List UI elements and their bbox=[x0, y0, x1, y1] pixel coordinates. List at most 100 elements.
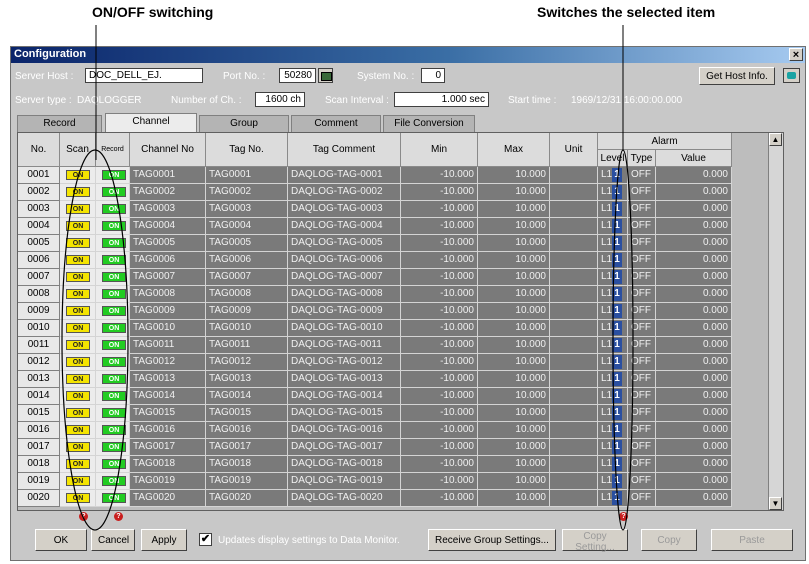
min-cell[interactable]: -10.000 bbox=[401, 422, 478, 439]
tag-comment-cell[interactable]: DAQLOG-TAG-0011 bbox=[288, 337, 401, 354]
paste-button[interactable]: Paste bbox=[711, 529, 793, 551]
max-cell[interactable]: 10.000 bbox=[478, 354, 550, 371]
record-switch-cell[interactable]: ON bbox=[96, 354, 130, 371]
tag-comment-cell[interactable]: DAQLOG-TAG-0001 bbox=[288, 167, 401, 184]
tag-no-cell[interactable]: TAG0012 bbox=[206, 354, 288, 371]
alarm-level-cell[interactable]: L1 1 bbox=[598, 354, 628, 371]
unit-cell[interactable] bbox=[550, 388, 598, 405]
col-header-level[interactable]: Level bbox=[598, 150, 628, 167]
alarm-value-cell[interactable]: 0.000 bbox=[656, 490, 732, 507]
min-cell[interactable]: -10.000 bbox=[401, 439, 478, 456]
table-row[interactable]: 0002 ON ON TAG0002 TAG0002 DAQLOG-TAG-0002 -10… bbox=[18, 184, 783, 201]
channel-no-cell[interactable]: TAG0010 bbox=[130, 320, 206, 337]
close-icon[interactable]: × bbox=[789, 48, 803, 61]
tag-comment-cell[interactable]: DAQLOG-TAG-0013 bbox=[288, 371, 401, 388]
record-on-toggle[interactable]: ON bbox=[102, 255, 126, 265]
table-row[interactable]: 0001 ON ON TAG0001 TAG0001 DAQLOG-TAG-0001 -10… bbox=[18, 167, 783, 184]
scan-on-toggle[interactable]: ON bbox=[66, 289, 90, 299]
row-number[interactable]: 0019 bbox=[18, 473, 60, 490]
channel-no-cell[interactable]: TAG0003 bbox=[130, 201, 206, 218]
record-on-toggle[interactable]: ON bbox=[102, 221, 126, 231]
record-on-toggle[interactable]: ON bbox=[102, 459, 126, 469]
channel-no-cell[interactable]: TAG0004 bbox=[130, 218, 206, 235]
tag-no-cell[interactable]: TAG0009 bbox=[206, 303, 288, 320]
unit-cell[interactable] bbox=[550, 286, 598, 303]
record-on-toggle[interactable]: ON bbox=[102, 340, 126, 350]
col-header-no[interactable]: No. bbox=[18, 133, 60, 167]
alarm-value-cell[interactable]: 0.000 bbox=[656, 303, 732, 320]
record-switch-cell[interactable]: ON bbox=[96, 320, 130, 337]
max-cell[interactable]: 10.000 bbox=[478, 184, 550, 201]
unit-cell[interactable] bbox=[550, 439, 598, 456]
alarm-type-cell[interactable]: OFF bbox=[628, 303, 656, 320]
record-on-toggle[interactable]: ON bbox=[102, 238, 126, 248]
tag-comment-cell[interactable]: DAQLOG-TAG-0018 bbox=[288, 456, 401, 473]
table-row[interactable]: 0006 ON ON TAG0006 TAG0006 DAQLOG-TAG-0006 -10… bbox=[18, 252, 783, 269]
table-row[interactable]: 0003 ON ON TAG0003 TAG0003 DAQLOG-TAG-0003 -10… bbox=[18, 201, 783, 218]
copy-button[interactable]: Copy bbox=[641, 529, 697, 551]
level-select-icon[interactable]: 1 bbox=[612, 287, 622, 301]
record-on-toggle[interactable]: ON bbox=[102, 493, 126, 503]
record-on-toggle[interactable]: ON bbox=[102, 476, 126, 486]
alarm-type-cell[interactable]: OFF bbox=[628, 354, 656, 371]
max-cell[interactable]: 10.000 bbox=[478, 218, 550, 235]
col-header-value[interactable]: Value bbox=[656, 150, 732, 167]
unit-cell[interactable] bbox=[550, 473, 598, 490]
scan-switch-cell[interactable]: ON bbox=[60, 371, 96, 388]
level-select-icon[interactable]: 1 bbox=[612, 372, 622, 386]
tag-comment-cell[interactable]: DAQLOG-TAG-0002 bbox=[288, 184, 401, 201]
tag-comment-cell[interactable]: DAQLOG-TAG-0009 bbox=[288, 303, 401, 320]
min-cell[interactable]: -10.000 bbox=[401, 167, 478, 184]
alarm-level-cell[interactable]: L1 1 bbox=[598, 286, 628, 303]
scan-switch-cell[interactable]: ON bbox=[60, 184, 96, 201]
row-number[interactable]: 0010 bbox=[18, 320, 60, 337]
tag-no-cell[interactable]: TAG0003 bbox=[206, 201, 288, 218]
max-cell[interactable]: 10.000 bbox=[478, 286, 550, 303]
max-cell[interactable]: 10.000 bbox=[478, 473, 550, 490]
scan-on-toggle[interactable]: ON bbox=[66, 493, 90, 503]
tag-no-cell[interactable]: TAG0016 bbox=[206, 422, 288, 439]
scan-switch-cell[interactable]: ON bbox=[60, 456, 96, 473]
vertical-scrollbar[interactable]: ▲ ▼ bbox=[768, 133, 783, 510]
min-cell[interactable]: -10.000 bbox=[401, 388, 478, 405]
alarm-level-cell[interactable]: L1 1 bbox=[598, 218, 628, 235]
unit-cell[interactable] bbox=[550, 218, 598, 235]
table-row[interactable]: 0013 ON ON TAG0013 TAG0013 DAQLOG-TAG-0013 -10… bbox=[18, 371, 783, 388]
alarm-level-cell[interactable]: L1 1 bbox=[598, 388, 628, 405]
record-switch-cell[interactable]: ON bbox=[96, 439, 130, 456]
alarm-type-cell[interactable]: OFF bbox=[628, 320, 656, 337]
alarm-level-cell[interactable]: L1 1 bbox=[598, 269, 628, 286]
unit-cell[interactable] bbox=[550, 184, 598, 201]
unit-cell[interactable] bbox=[550, 303, 598, 320]
level-select-icon[interactable]: 1 bbox=[612, 355, 622, 369]
record-switch-cell[interactable]: ON bbox=[96, 371, 130, 388]
col-header-type[interactable]: Type bbox=[628, 150, 656, 167]
record-switch-cell[interactable]: ON bbox=[96, 388, 130, 405]
scroll-up-icon[interactable]: ▲ bbox=[769, 133, 782, 146]
max-cell[interactable]: 10.000 bbox=[478, 269, 550, 286]
row-number[interactable]: 0012 bbox=[18, 354, 60, 371]
alarm-level-cell[interactable]: L1 1 bbox=[598, 337, 628, 354]
record-on-toggle[interactable]: ON bbox=[102, 408, 126, 418]
alarm-value-cell[interactable]: 0.000 bbox=[656, 320, 732, 337]
col-header-min[interactable]: Min bbox=[401, 133, 478, 167]
channel-no-cell[interactable]: TAG0020 bbox=[130, 490, 206, 507]
unit-cell[interactable] bbox=[550, 371, 598, 388]
max-cell[interactable]: 10.000 bbox=[478, 337, 550, 354]
row-number[interactable]: 0018 bbox=[18, 456, 60, 473]
channel-no-cell[interactable]: TAG0015 bbox=[130, 405, 206, 422]
scan-on-toggle[interactable]: ON bbox=[66, 255, 90, 265]
table-row[interactable]: 0018 ON ON TAG0018 TAG0018 DAQLOG-TAG-0018 -10… bbox=[18, 456, 783, 473]
tag-no-cell[interactable]: TAG0011 bbox=[206, 337, 288, 354]
alarm-level-cell[interactable]: L1 1 bbox=[598, 252, 628, 269]
tag-comment-cell[interactable]: DAQLOG-TAG-0010 bbox=[288, 320, 401, 337]
table-row[interactable]: 0008 ON ON TAG0008 TAG0008 DAQLOG-TAG-0008 -10… bbox=[18, 286, 783, 303]
table-row[interactable]: 0017 ON ON TAG0017 TAG0017 DAQLOG-TAG-0017 -10… bbox=[18, 439, 783, 456]
scan-on-toggle[interactable]: ON bbox=[66, 306, 90, 316]
unit-cell[interactable] bbox=[550, 405, 598, 422]
copy-setting-button[interactable]: Copy Setting... bbox=[562, 529, 628, 553]
tab-comment[interactable]: Comment bbox=[291, 115, 381, 132]
level-select-icon[interactable]: 1 bbox=[612, 406, 622, 420]
channel-no-cell[interactable]: TAG0012 bbox=[130, 354, 206, 371]
updates-checkbox[interactable]: ✔ bbox=[199, 533, 212, 546]
